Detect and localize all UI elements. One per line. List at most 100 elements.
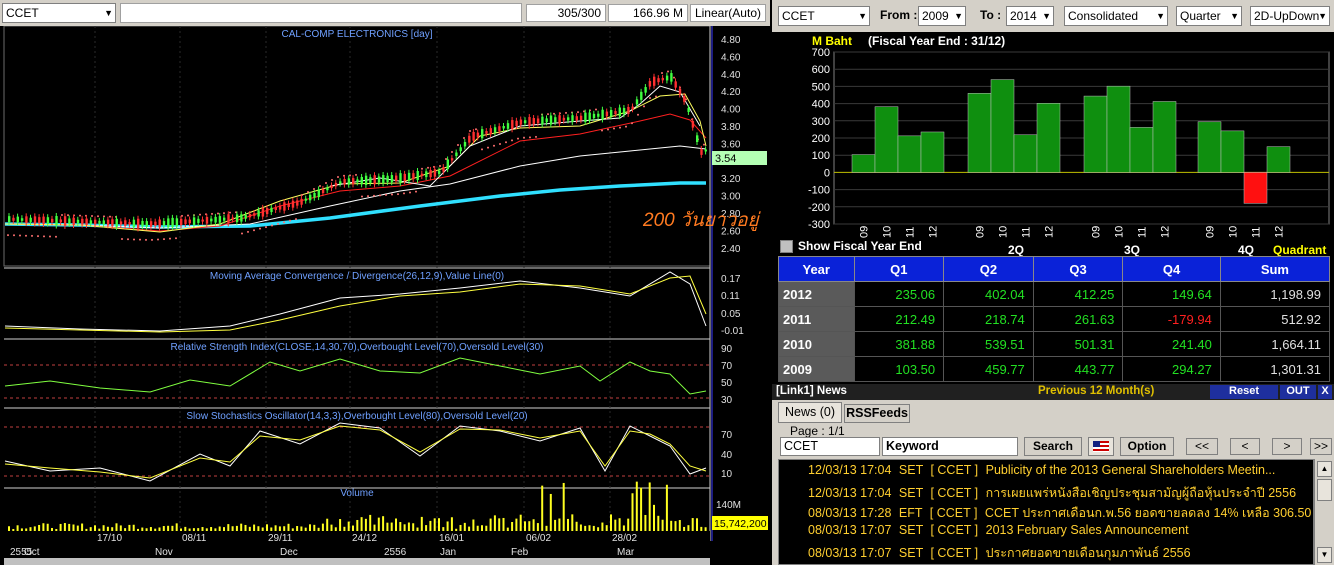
chart-canvas[interactable]: CAL-COMP ELECTRONICS [day] 4.80 4.60 4.40 4… xyxy=(0,26,770,565)
scroll-up-icon[interactable]: ▲ xyxy=(1317,461,1332,477)
symbol-select[interactable]: CCET ▼ xyxy=(2,3,116,23)
to-year-select[interactable]: 2014 ▼ xyxy=(1006,6,1054,26)
quarter-label-2q: 2Q xyxy=(1008,243,1025,257)
consolidation-select[interactable]: Consolidated ▼ xyxy=(1064,6,1168,26)
last-page-button[interactable]: >> xyxy=(1310,438,1332,455)
candle-body xyxy=(304,198,308,201)
tab-news[interactable]: News (0) xyxy=(778,402,842,423)
sar-dot xyxy=(577,111,579,114)
search-button[interactable]: Search xyxy=(1024,437,1082,456)
sar-dot xyxy=(43,235,45,238)
sar-dot xyxy=(517,137,519,140)
volume-bar xyxy=(390,522,393,531)
show-fiscal-checkbox[interactable] xyxy=(780,240,793,253)
candle-body xyxy=(657,78,660,83)
volume-bar xyxy=(158,527,161,531)
reset-button[interactable]: Reset xyxy=(1210,385,1278,399)
scroll-down-icon[interactable]: ▼ xyxy=(1317,547,1332,563)
volume-bar xyxy=(334,527,337,531)
news-scrollbar[interactable]: ▲ ▼ xyxy=(1314,459,1332,565)
sar-dot xyxy=(229,211,231,214)
table-header-cell[interactable]: Year xyxy=(778,256,855,282)
volume-bar xyxy=(94,525,96,531)
value-cell: 539.51 xyxy=(943,331,1034,357)
candle-body xyxy=(210,218,213,222)
news-item[interactable]: 12/03/13 17:04 SET [ CCET ] Publicity of… xyxy=(808,463,1320,483)
news-date: 12/03/13 17:04 xyxy=(808,486,895,500)
candle-body xyxy=(124,220,127,226)
period-select[interactable]: Quarter ▼ xyxy=(1176,6,1242,26)
prev-page-button[interactable]: < xyxy=(1230,438,1260,455)
news-symbol-input[interactable]: CCET xyxy=(780,437,880,456)
news-item[interactable]: 08/03/13 17:07 SET [ CCET ] 2013 Februar… xyxy=(808,523,1320,543)
next-page-button[interactable]: > xyxy=(1272,438,1302,455)
value-cell: 212.49 xyxy=(853,306,945,332)
tab-rssfeeds[interactable]: RSSFeeds xyxy=(844,404,910,423)
candle-body xyxy=(94,219,97,225)
table-row[interactable]: 2012 235.06 402.04 412.25 149.64 1,198.99 xyxy=(778,281,1331,307)
volume-bar xyxy=(696,518,698,531)
month-label: Feb xyxy=(511,547,529,558)
volume-bar xyxy=(192,528,195,531)
volume-bar xyxy=(549,493,552,531)
flag-icon[interactable] xyxy=(1088,437,1114,456)
table-header-cell[interactable]: Q3 xyxy=(1032,256,1124,282)
sar-dot xyxy=(121,238,123,241)
sar-dot xyxy=(469,130,471,132)
table-row[interactable]: 2011 212.49 218.74 261.63 -179.94 512.92 xyxy=(778,306,1331,332)
sar-dot xyxy=(565,111,567,114)
volume-bar xyxy=(149,527,152,531)
candle-body xyxy=(188,219,191,224)
candle-body xyxy=(141,220,144,227)
fund-y-tick: 0 xyxy=(824,167,830,179)
table-row[interactable]: 2010 381.88 539.51 501.31 241.40 1,664.11 xyxy=(778,331,1331,357)
value-cell: 443.77 xyxy=(1032,356,1124,382)
table-row[interactable]: 2009 103.50 459.77 443.77 294.27 1,301.31 xyxy=(778,356,1331,382)
table-header-cell[interactable]: Q4 xyxy=(1122,256,1221,282)
news-item[interactable]: 08/03/13 17:07 SET [ CCET ] ประกาศยอดขาย… xyxy=(808,543,1320,563)
table-header-cell[interactable]: Q1 xyxy=(853,256,945,282)
table-header-cell[interactable]: Sum xyxy=(1219,256,1331,282)
option-button[interactable]: Option xyxy=(1120,437,1174,456)
chart-style-select[interactable]: 2D-UpDown ▼ xyxy=(1250,6,1330,26)
fund-symbol-select[interactable]: CCET ▼ xyxy=(778,6,870,26)
sar-dot xyxy=(385,193,387,196)
news-header-bar: [Link1] News Previous 12 Month(s) Reset … xyxy=(772,384,1334,400)
volume-bar xyxy=(446,521,449,531)
value-cell: 1,301.31 xyxy=(1219,356,1331,382)
sar-dot xyxy=(601,129,603,132)
close-button[interactable]: X xyxy=(1318,385,1332,399)
candle-body xyxy=(674,81,677,88)
sar-dot xyxy=(505,141,507,144)
sar-dot xyxy=(379,194,381,197)
sar-dot xyxy=(391,193,393,196)
out-button[interactable]: OUT xyxy=(1280,385,1316,399)
keyword-input[interactable]: Keyword xyxy=(882,437,1018,456)
first-page-button[interactable]: << xyxy=(1186,438,1218,455)
scale-mode[interactable]: Linear(Auto) xyxy=(690,4,766,22)
news-item[interactable]: 12/03/13 17:04 SET [ CCET ] การเผยแพร่หน… xyxy=(808,483,1320,503)
fund-y-axis: 700 600 500 400 300 200 100 0 -100 -200 -300 xyxy=(808,47,830,231)
volume-bar xyxy=(416,527,419,531)
candle-body xyxy=(227,214,230,224)
sar-dot xyxy=(61,213,63,216)
candle-body xyxy=(128,222,131,225)
sar-dot xyxy=(253,229,255,232)
scroll-thumb[interactable] xyxy=(1317,479,1332,501)
candle-body xyxy=(541,116,544,125)
candle-body xyxy=(218,216,222,223)
candle-body xyxy=(184,219,187,225)
candle-body xyxy=(317,189,320,198)
candle-body xyxy=(223,217,226,221)
from-year-select[interactable]: 2009 ▼ xyxy=(918,6,966,26)
table-header-cell[interactable]: Q2 xyxy=(943,256,1034,282)
horizontal-scrollbar[interactable] xyxy=(4,558,710,565)
news-symbol: [ CCET ] xyxy=(929,506,981,520)
volume-bar xyxy=(106,526,109,531)
candle-body xyxy=(498,126,501,131)
volume-bar xyxy=(283,526,286,531)
news-item[interactable]: 08/03/13 17:28 EFT [ CCET ] CCET ประกาศเ… xyxy=(808,503,1320,523)
unit-label: M Baht xyxy=(812,34,852,48)
candle-body xyxy=(425,171,428,178)
news-symbol: [ CCET ] xyxy=(930,463,982,477)
